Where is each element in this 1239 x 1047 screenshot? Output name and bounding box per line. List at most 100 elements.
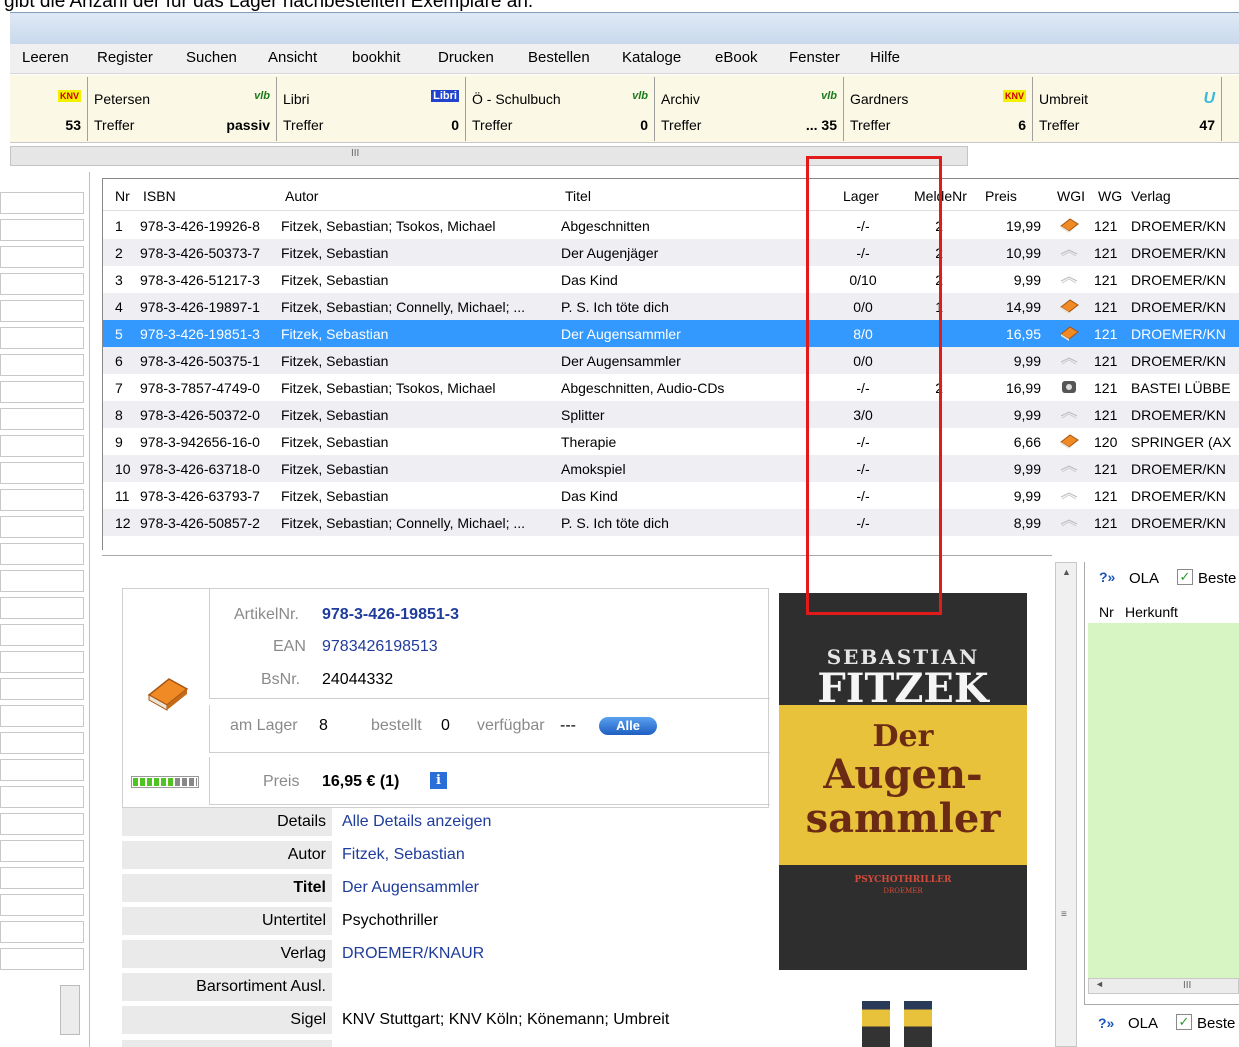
left-field[interactable]: [0, 786, 84, 808]
cover-title-3: sammler: [805, 795, 1001, 842]
cell-autor: Fitzek, Sebastian: [281, 434, 389, 450]
supplier-tile-schulbuch[interactable]: Ö - Schulbuch vlb Treffer 0: [467, 77, 655, 141]
col-titel[interactable]: Titel: [565, 188, 591, 204]
menu-ansicht[interactable]: Ansicht: [268, 49, 317, 66]
left-field[interactable]: [0, 651, 84, 673]
left-field[interactable]: [0, 840, 84, 862]
left-field[interactable]: [0, 354, 84, 376]
left-field[interactable]: [0, 219, 84, 241]
autor-link[interactable]: Fitzek, Sebastian: [342, 846, 465, 864]
table-row[interactable]: 7 978-3-7857-4749-0 Fitzek, Sebastian; Tso…: [103, 374, 1239, 401]
left-field[interactable]: [0, 678, 84, 700]
left-field[interactable]: [0, 705, 84, 727]
col-preis[interactable]: Preis: [985, 188, 1017, 204]
left-field[interactable]: [0, 300, 84, 322]
left-field[interactable]: [0, 516, 84, 538]
scroll-up-icon[interactable]: ▲: [1062, 567, 1071, 577]
cell-preis: 10,99: [1005, 245, 1041, 261]
menu-suchen[interactable]: Suchen: [186, 49, 237, 66]
left-field[interactable]: [0, 543, 84, 565]
left-field[interactable]: [0, 570, 84, 592]
col-isbn[interactable]: ISBN: [143, 188, 176, 204]
left-field[interactable]: [0, 192, 84, 214]
menu-register[interactable]: Register: [97, 49, 153, 66]
left-field[interactable]: [0, 813, 84, 835]
left-field[interactable]: [0, 948, 84, 970]
cell-preis: 9,99: [1013, 461, 1041, 477]
left-field[interactable]: [0, 624, 84, 646]
left-field[interactable]: [0, 921, 84, 943]
left-field[interactable]: [0, 759, 84, 781]
order-hscrollbar[interactable]: ◄ III: [1088, 978, 1239, 994]
menu-bookhit[interactable]: bookhit: [352, 49, 400, 66]
cover-thumbnail-1[interactable]: [862, 1001, 890, 1047]
table-row[interactable]: 9 978-3-942656-16-0 Fitzek, Sebastian Thera…: [103, 428, 1239, 455]
artikel-value[interactable]: 978-3-426-19851-3: [322, 606, 459, 624]
table-row[interactable]: 1 978-3-426-19926-8 Fitzek, Sebastian; Tso…: [103, 212, 1239, 239]
supplier-tile-petersen[interactable]: Petersen vlb Treffer passiv: [89, 77, 277, 141]
scroll-left-icon[interactable]: ◄: [1095, 979, 1104, 989]
left-field[interactable]: [0, 435, 84, 457]
supplier-tile-libri[interactable]: Libri Libri Treffer 0: [278, 77, 466, 141]
ola-button[interactable]: OLA: [1129, 570, 1159, 587]
table-row[interactable]: 12 978-3-426-50857-2 Fitzek, Sebastian; Co…: [103, 509, 1239, 536]
left-field[interactable]: [0, 894, 84, 916]
alle-button[interactable]: Alle: [599, 717, 657, 735]
left-field[interactable]: [0, 408, 84, 430]
info-icon[interactable]: i: [430, 772, 447, 789]
supplier-tile-gardners[interactable]: Gardners KNV Treffer 6: [845, 77, 1033, 141]
details-link[interactable]: Alle Details anzeigen: [342, 813, 491, 831]
left-field[interactable]: [0, 597, 84, 619]
menu-drucken[interactable]: Drucken: [438, 49, 494, 66]
col-wgi[interactable]: WGI: [1057, 188, 1085, 204]
left-field[interactable]: [0, 489, 84, 511]
menu-fenster[interactable]: Fenster: [789, 49, 840, 66]
col-nr[interactable]: Nr: [115, 188, 130, 204]
col-verlag[interactable]: Verlag: [1131, 188, 1171, 204]
menu-ebook[interactable]: eBook: [715, 49, 758, 66]
left-field[interactable]: [0, 867, 84, 889]
menu-leeren[interactable]: Leeren: [22, 49, 69, 66]
left-field[interactable]: [0, 381, 84, 403]
cover-image[interactable]: SEBASTIAN FITZEK Der Augen- sammler PSYC…: [779, 593, 1027, 970]
bestellen-button[interactable]: Beste: [1198, 570, 1236, 587]
order-list[interactable]: [1088, 623, 1239, 978]
vlb-logo-icon: vlb: [254, 90, 270, 102]
ola-button[interactable]: OLA: [1128, 1015, 1158, 1032]
cell-verlag: DROEMER/KN: [1131, 488, 1226, 504]
cell-isbn: 978-3-426-63793-7: [140, 488, 260, 504]
table-row[interactable]: 6 978-3-426-50375-1 Fitzek, Sebastian Der A…: [103, 347, 1239, 374]
supplier-tile-knv[interactable]: KNV 53: [10, 77, 88, 141]
left-field[interactable]: [0, 462, 84, 484]
col-nr-order[interactable]: Nr: [1099, 604, 1114, 620]
supplier-tile-archiv[interactable]: Archiv vlb Treffer ... 35: [656, 77, 844, 141]
ean-value[interactable]: 9783426198513: [322, 638, 438, 656]
bestellen-button[interactable]: Beste: [1197, 1015, 1235, 1032]
detail-row-titel: Titel Der Augensammler: [122, 874, 769, 905]
col-herkunft[interactable]: Herkunft: [1125, 604, 1178, 620]
menu-hilfe[interactable]: Hilfe: [870, 49, 900, 66]
table-row[interactable]: 11 978-3-426-63793-7 Fitzek, Sebastian Das …: [103, 482, 1239, 509]
table-row[interactable]: 2 978-3-426-50373-7 Fitzek, Sebastian Der A…: [103, 239, 1239, 266]
left-field[interactable]: [0, 246, 84, 268]
table-row[interactable]: 10 978-3-426-63718-0 Fitzek, Sebastian Amok…: [103, 455, 1239, 482]
menu-kataloge[interactable]: Kataloge: [622, 49, 681, 66]
col-wg[interactable]: WG: [1098, 188, 1122, 204]
supplier-tile-umbreit[interactable]: Umbreit U Treffer 47: [1034, 77, 1222, 141]
table-row[interactable]: 5 978-3-426-19851-3 Fitzek, Sebastian Der A…: [103, 320, 1239, 347]
ola-icon: ?»: [1099, 569, 1116, 585]
col-autor[interactable]: Autor: [285, 188, 318, 204]
cell-preis: 9,99: [1013, 407, 1041, 423]
cover-thumbnail-2[interactable]: [904, 1001, 932, 1047]
detail-scrollbar[interactable]: ▲ ≡: [1055, 562, 1077, 1047]
table-row[interactable]: 3 978-3-426-51217-3 Fitzek, Sebastian Das K…: [103, 266, 1239, 293]
menu-bestellen[interactable]: Bestellen: [528, 49, 590, 66]
table-row[interactable]: 8 978-3-426-50372-0 Fitzek, Sebastian Split…: [103, 401, 1239, 428]
left-field[interactable]: [0, 327, 84, 349]
left-field[interactable]: [0, 273, 84, 295]
verlag-link[interactable]: DROEMER/KNAUR: [342, 945, 484, 963]
left-field[interactable]: [0, 732, 84, 754]
titel-link[interactable]: Der Augensammler: [342, 879, 479, 897]
table-row[interactable]: 4 978-3-426-19897-1 Fitzek, Sebastian; Con…: [103, 293, 1239, 320]
left-scrollbar[interactable]: [60, 985, 80, 1035]
